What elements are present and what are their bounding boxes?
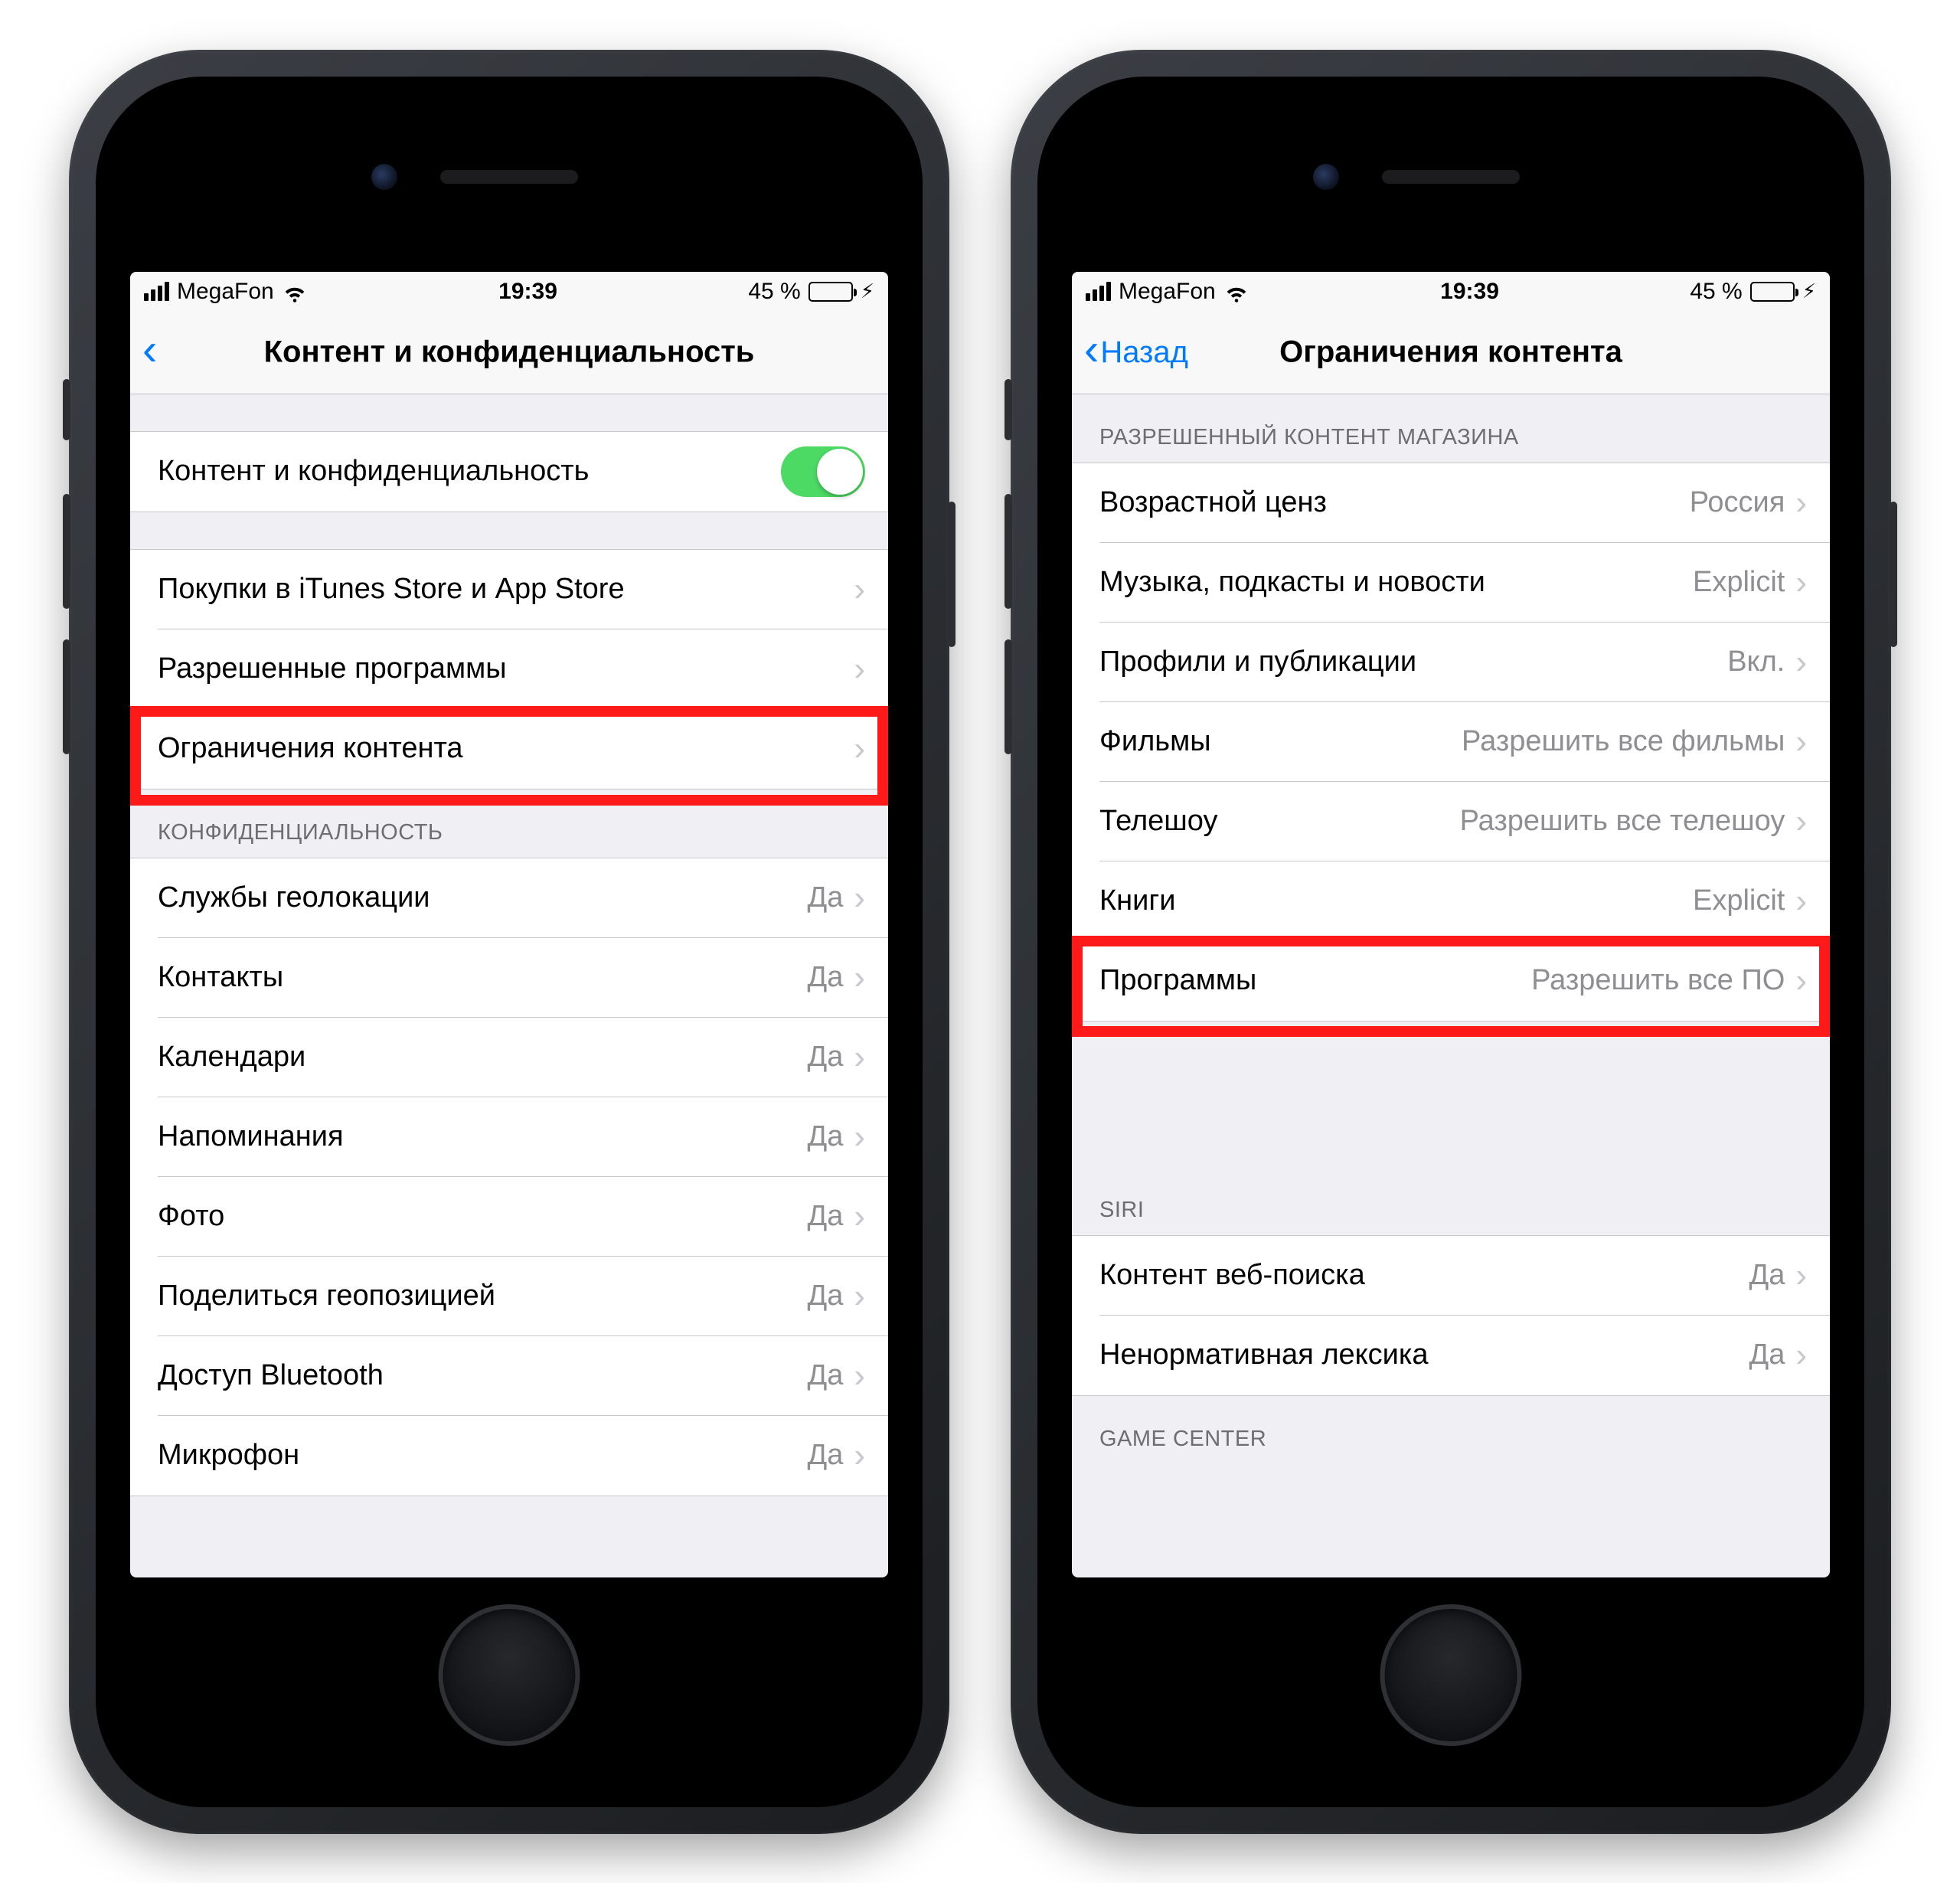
home-button[interactable]: [439, 1604, 580, 1746]
page-title: Ограничения контента: [1279, 335, 1622, 370]
back-button[interactable]: ‹ Назад: [1084, 332, 1188, 372]
chevron-right-icon: ›: [854, 570, 865, 609]
chevron-right-icon: ›: [1795, 643, 1807, 682]
row-reminders[interactable]: НапоминанияДа›: [130, 1097, 888, 1177]
wifi-icon: [282, 279, 308, 305]
chevron-right-icon: ›: [1795, 1257, 1807, 1295]
screen-left: MegaFon 19:39 45 % ⚡︎ ‹ Контент и конфид…: [130, 272, 888, 1577]
row-bluetooth[interactable]: Доступ BluetoothДа›: [130, 1336, 888, 1416]
chevron-right-icon: ›: [1795, 962, 1807, 1000]
row-allowed-apps[interactable]: Разрешенные программы ›: [130, 629, 888, 709]
section-header-store: РАЗРЕШЕННЫЙ КОНТЕНТ МАГАЗИНА: [1072, 394, 1830, 463]
nav-bar: ‹ Контент и конфиденциальность: [130, 312, 888, 394]
battery-icon: [1750, 282, 1795, 302]
chevron-right-icon: ›: [1795, 803, 1807, 841]
chevron-right-icon: ›: [854, 879, 865, 917]
row-profiles[interactable]: Профили и публикацииВкл.›: [1072, 623, 1830, 702]
chevron-right-icon: ›: [854, 730, 865, 768]
chevron-right-icon: ›: [1795, 1336, 1807, 1375]
row-content-restrictions[interactable]: Ограничения контента ›: [130, 709, 888, 789]
chevron-right-icon: ›: [1795, 564, 1807, 602]
section-main: Покупки в iTunes Store и App Store › Раз…: [130, 549, 888, 789]
page-title: Контент и конфиденциальность: [264, 335, 755, 370]
row-calendars[interactable]: КалендариДа›: [130, 1018, 888, 1097]
status-bar: MegaFon 19:39 45 % ⚡︎: [1072, 272, 1830, 312]
chevron-right-icon: ›: [854, 1118, 865, 1156]
battery-icon: [808, 282, 853, 302]
charging-icon: ⚡︎: [1802, 280, 1816, 303]
chevron-right-icon: ›: [854, 959, 865, 997]
section-header-privacy: КОНФИДЕНЦИАЛЬНОСТЬ: [130, 789, 888, 858]
chevron-right-icon: ›: [854, 1437, 865, 1475]
section-siri: Контент веб-поискаДа› Ненормативная лекс…: [1072, 1235, 1830, 1396]
section-store: Возрастной цензРоссия› Музыка, подкасты …: [1072, 463, 1830, 1022]
row-itunes-appstore[interactable]: Покупки в iTunes Store и App Store ›: [130, 550, 888, 629]
chevron-left-icon: ‹: [142, 328, 157, 372]
switch-on-icon[interactable]: [781, 446, 865, 497]
chevron-right-icon: ›: [1795, 882, 1807, 920]
row-music[interactable]: Музыка, подкасты и новостиExplicit›: [1072, 543, 1830, 623]
row-explicit-lang[interactable]: Ненормативная лексикаДа›: [1072, 1316, 1830, 1395]
section-header-siri: SIRI: [1072, 1182, 1830, 1235]
chevron-right-icon: ›: [1795, 723, 1807, 761]
row-photos[interactable]: ФотоДа›: [130, 1177, 888, 1257]
chevron-right-icon: ›: [854, 1357, 865, 1395]
chevron-right-icon: ›: [854, 650, 865, 688]
section-header-gamecenter: GAME CENTER: [1072, 1396, 1830, 1464]
chevron-right-icon: ›: [854, 1038, 865, 1077]
phone-left: MegaFon 19:39 45 % ⚡︎ ‹ Контент и конфид…: [69, 50, 949, 1834]
wifi-icon: [1223, 279, 1250, 305]
back-label: Назад: [1100, 335, 1188, 370]
status-bar: MegaFon 19:39 45 % ⚡︎: [130, 272, 888, 312]
row-tvshows[interactable]: ТелешоуРазрешить все телешоу›: [1072, 782, 1830, 861]
row-contacts[interactable]: КонтактыДа›: [130, 938, 888, 1018]
section-privacy: Службы геолокацииДа› КонтактыДа› Календа…: [130, 858, 888, 1496]
signal-icon: [144, 282, 169, 301]
phone-right: MegaFon 19:39 45 % ⚡︎ ‹ Назад Ограниче: [1011, 50, 1891, 1834]
row-apps[interactable]: ПрограммыРазрешить все ПО›: [1072, 941, 1830, 1021]
home-button[interactable]: [1380, 1604, 1522, 1746]
row-content-privacy-toggle[interactable]: Контент и конфиденциальность: [130, 432, 888, 512]
chevron-right-icon: ›: [1795, 484, 1807, 522]
row-movies[interactable]: ФильмыРазрешить все фильмы›: [1072, 702, 1830, 782]
row-location[interactable]: Службы геолокацииДа›: [130, 858, 888, 938]
row-age-rating[interactable]: Возрастной цензРоссия›: [1072, 463, 1830, 543]
clock: 19:39: [1440, 279, 1499, 305]
charging-icon: ⚡︎: [861, 280, 874, 303]
screen-right: MegaFon 19:39 45 % ⚡︎ ‹ Назад Ограниче: [1072, 272, 1830, 1577]
chevron-left-icon: ‹: [1084, 328, 1099, 372]
battery-pct: 45 %: [1690, 279, 1742, 305]
row-books[interactable]: КнигиExplicit›: [1072, 861, 1830, 941]
row-share-location[interactable]: Поделиться геопозициейДа›: [130, 1257, 888, 1336]
battery-pct: 45 %: [748, 279, 800, 305]
chevron-right-icon: ›: [854, 1198, 865, 1236]
back-button[interactable]: ‹: [142, 332, 157, 372]
row-microphone[interactable]: МикрофонДа›: [130, 1416, 888, 1496]
signal-icon: [1086, 282, 1111, 301]
toggle-label: Контент и конфиденциальность: [158, 455, 589, 488]
carrier-label: MegaFon: [177, 279, 274, 305]
row-web-search[interactable]: Контент веб-поискаДа›: [1072, 1236, 1830, 1316]
nav-bar: ‹ Назад Ограничения контента: [1072, 312, 1830, 394]
carrier-label: MegaFon: [1119, 279, 1216, 305]
chevron-right-icon: ›: [854, 1277, 865, 1316]
clock: 19:39: [498, 279, 557, 305]
